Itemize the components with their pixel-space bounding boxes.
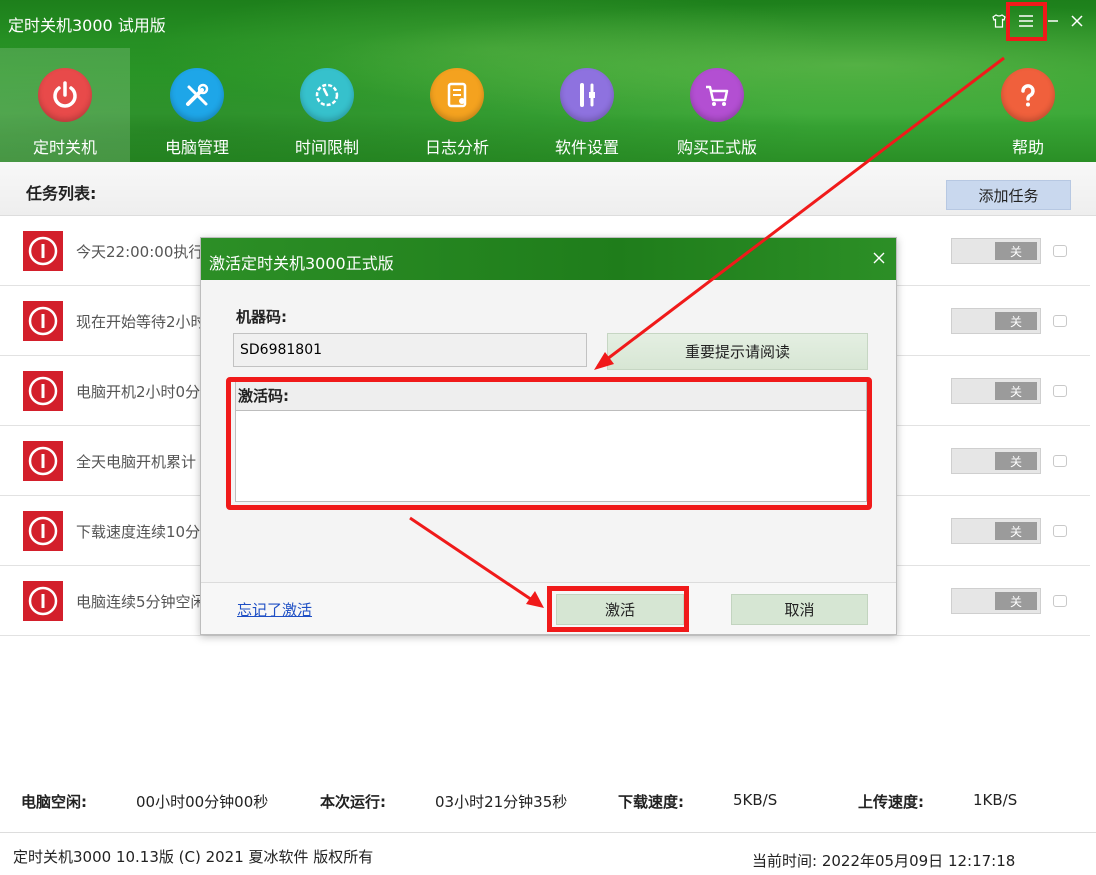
- nav-shutdown-timer[interactable]: 定时关机: [0, 48, 130, 162]
- task-toggle[interactable]: 关: [951, 448, 1041, 474]
- nav-help[interactable]: 帮助: [963, 48, 1093, 162]
- menu-highlight-box: [1006, 2, 1047, 41]
- nav-label: 日志分析: [424, 138, 489, 157]
- nav-software-settings[interactable]: 软件设置: [522, 48, 652, 162]
- cart-icon: [690, 68, 744, 122]
- activation-dialog: 激活定时关机3000正式版 机器码: 重要提示请阅读 激活码: 忘记了激活 激活…: [200, 237, 897, 635]
- dialog-footer: 忘记了激活 激活 取消: [201, 582, 896, 634]
- power-icon: [38, 68, 92, 122]
- shirt-icon: [992, 14, 1006, 28]
- download-value: 5KB/S: [733, 791, 778, 809]
- task-toggle[interactable]: 关: [951, 238, 1041, 264]
- power-icon: [23, 441, 63, 481]
- toggle-label: 关: [995, 452, 1037, 470]
- window-title: 定时关机3000 试用版: [8, 16, 166, 35]
- dialog-title: 激活定时关机3000正式版: [209, 254, 394, 273]
- row-menu-icon[interactable]: [1053, 315, 1067, 327]
- nav-label: 时间限制: [294, 138, 359, 157]
- add-task-button[interactable]: 添加任务: [946, 180, 1071, 210]
- task-description: 下载速度连续10分: [76, 523, 201, 541]
- power-icon: [23, 231, 63, 271]
- toggle-label: 关: [995, 522, 1037, 540]
- power-icon: [23, 511, 63, 551]
- machine-code-field[interactable]: [233, 333, 587, 367]
- nav-log-analysis[interactable]: 日志分析: [392, 48, 522, 162]
- nav-label: 帮助: [1011, 138, 1044, 157]
- report-icon: [430, 68, 484, 122]
- tools-icon: [170, 68, 224, 122]
- run-label: 本次运行:: [320, 793, 386, 811]
- forgot-activation-link[interactable]: 忘记了激活: [237, 599, 312, 620]
- power-icon: [23, 581, 63, 621]
- row-menu-icon[interactable]: [1053, 385, 1067, 397]
- minimize-icon: [1048, 20, 1058, 22]
- task-description: 电脑开机2小时0分: [76, 383, 201, 401]
- dialog-close-button[interactable]: [868, 247, 890, 269]
- help-icon: [1001, 68, 1055, 122]
- copyright-text: 定时关机3000 10.13版 (C) 2021 夏冰软件 版权所有: [13, 848, 374, 866]
- row-menu-icon[interactable]: [1053, 455, 1067, 467]
- nav-time-limit[interactable]: 时间限制: [262, 48, 392, 162]
- nav-label: 定时关机: [32, 138, 97, 157]
- dialog-body: 机器码: 重要提示请阅读 激活码:: [201, 280, 896, 582]
- cancel-button[interactable]: 取消: [731, 594, 868, 625]
- close-icon: [1071, 15, 1083, 27]
- nav-buy-full-version[interactable]: 购买正式版: [652, 48, 782, 162]
- task-toggle[interactable]: 关: [951, 308, 1041, 334]
- task-toggle[interactable]: 关: [951, 588, 1041, 614]
- nav-pc-management[interactable]: 电脑管理: [132, 48, 262, 162]
- nav-label: 购买正式版: [676, 138, 757, 157]
- power-icon: [23, 371, 63, 411]
- app-header: 定时关机3000 试用版 定时关机 电脑管理 时间限制 日志分析 软件设置 购买…: [0, 0, 1096, 162]
- row-menu-icon[interactable]: [1053, 525, 1067, 537]
- power-icon: [23, 301, 63, 341]
- close-icon: [873, 252, 885, 264]
- upload-label: 上传速度:: [858, 793, 924, 811]
- toggle-label: 关: [995, 312, 1037, 330]
- task-toggle[interactable]: 关: [951, 378, 1041, 404]
- task-description: 电脑连续5分钟空闲: [76, 593, 206, 611]
- activation-highlight-box: [226, 377, 872, 510]
- dialog-titlebar: 激活定时关机3000正式版: [201, 238, 896, 280]
- idle-value: 00小时00分钟00秒: [136, 793, 269, 811]
- toggle-label: 关: [995, 242, 1037, 260]
- current-time: 当前时间: 2022年05月09日 12:17:18: [752, 852, 1016, 870]
- footer-bar: 定时关机3000 10.13版 (C) 2021 夏冰软件 版权所有 当前时间:…: [0, 832, 1096, 875]
- task-description: 现在开始等待2小时: [76, 313, 206, 331]
- important-notice-button[interactable]: 重要提示请阅读: [607, 333, 868, 370]
- machine-code-label: 机器码:: [236, 308, 287, 326]
- download-label: 下载速度:: [618, 793, 684, 811]
- run-value: 03小时21分钟35秒: [435, 793, 568, 811]
- task-description: 全天电脑开机累计: [76, 453, 197, 471]
- row-menu-icon[interactable]: [1053, 595, 1067, 607]
- settings-tools-icon: [560, 68, 614, 122]
- task-list-title: 任务列表:: [26, 184, 97, 203]
- nav-label: 电脑管理: [164, 138, 229, 157]
- idle-label: 电脑空闲:: [21, 793, 87, 811]
- task-toggle[interactable]: 关: [951, 518, 1041, 544]
- timer-icon: [300, 68, 354, 122]
- upload-value: 1KB/S: [973, 791, 1018, 809]
- activate-highlight-box: [547, 586, 689, 632]
- task-description: 今天22:00:00执行: [76, 243, 204, 261]
- row-menu-icon[interactable]: [1053, 245, 1067, 257]
- toggle-label: 关: [995, 592, 1037, 610]
- task-list-header: 任务列表: 添加任务: [0, 162, 1096, 216]
- nav-label: 软件设置: [554, 138, 619, 157]
- toggle-label: 关: [995, 382, 1037, 400]
- close-button[interactable]: [1064, 8, 1090, 34]
